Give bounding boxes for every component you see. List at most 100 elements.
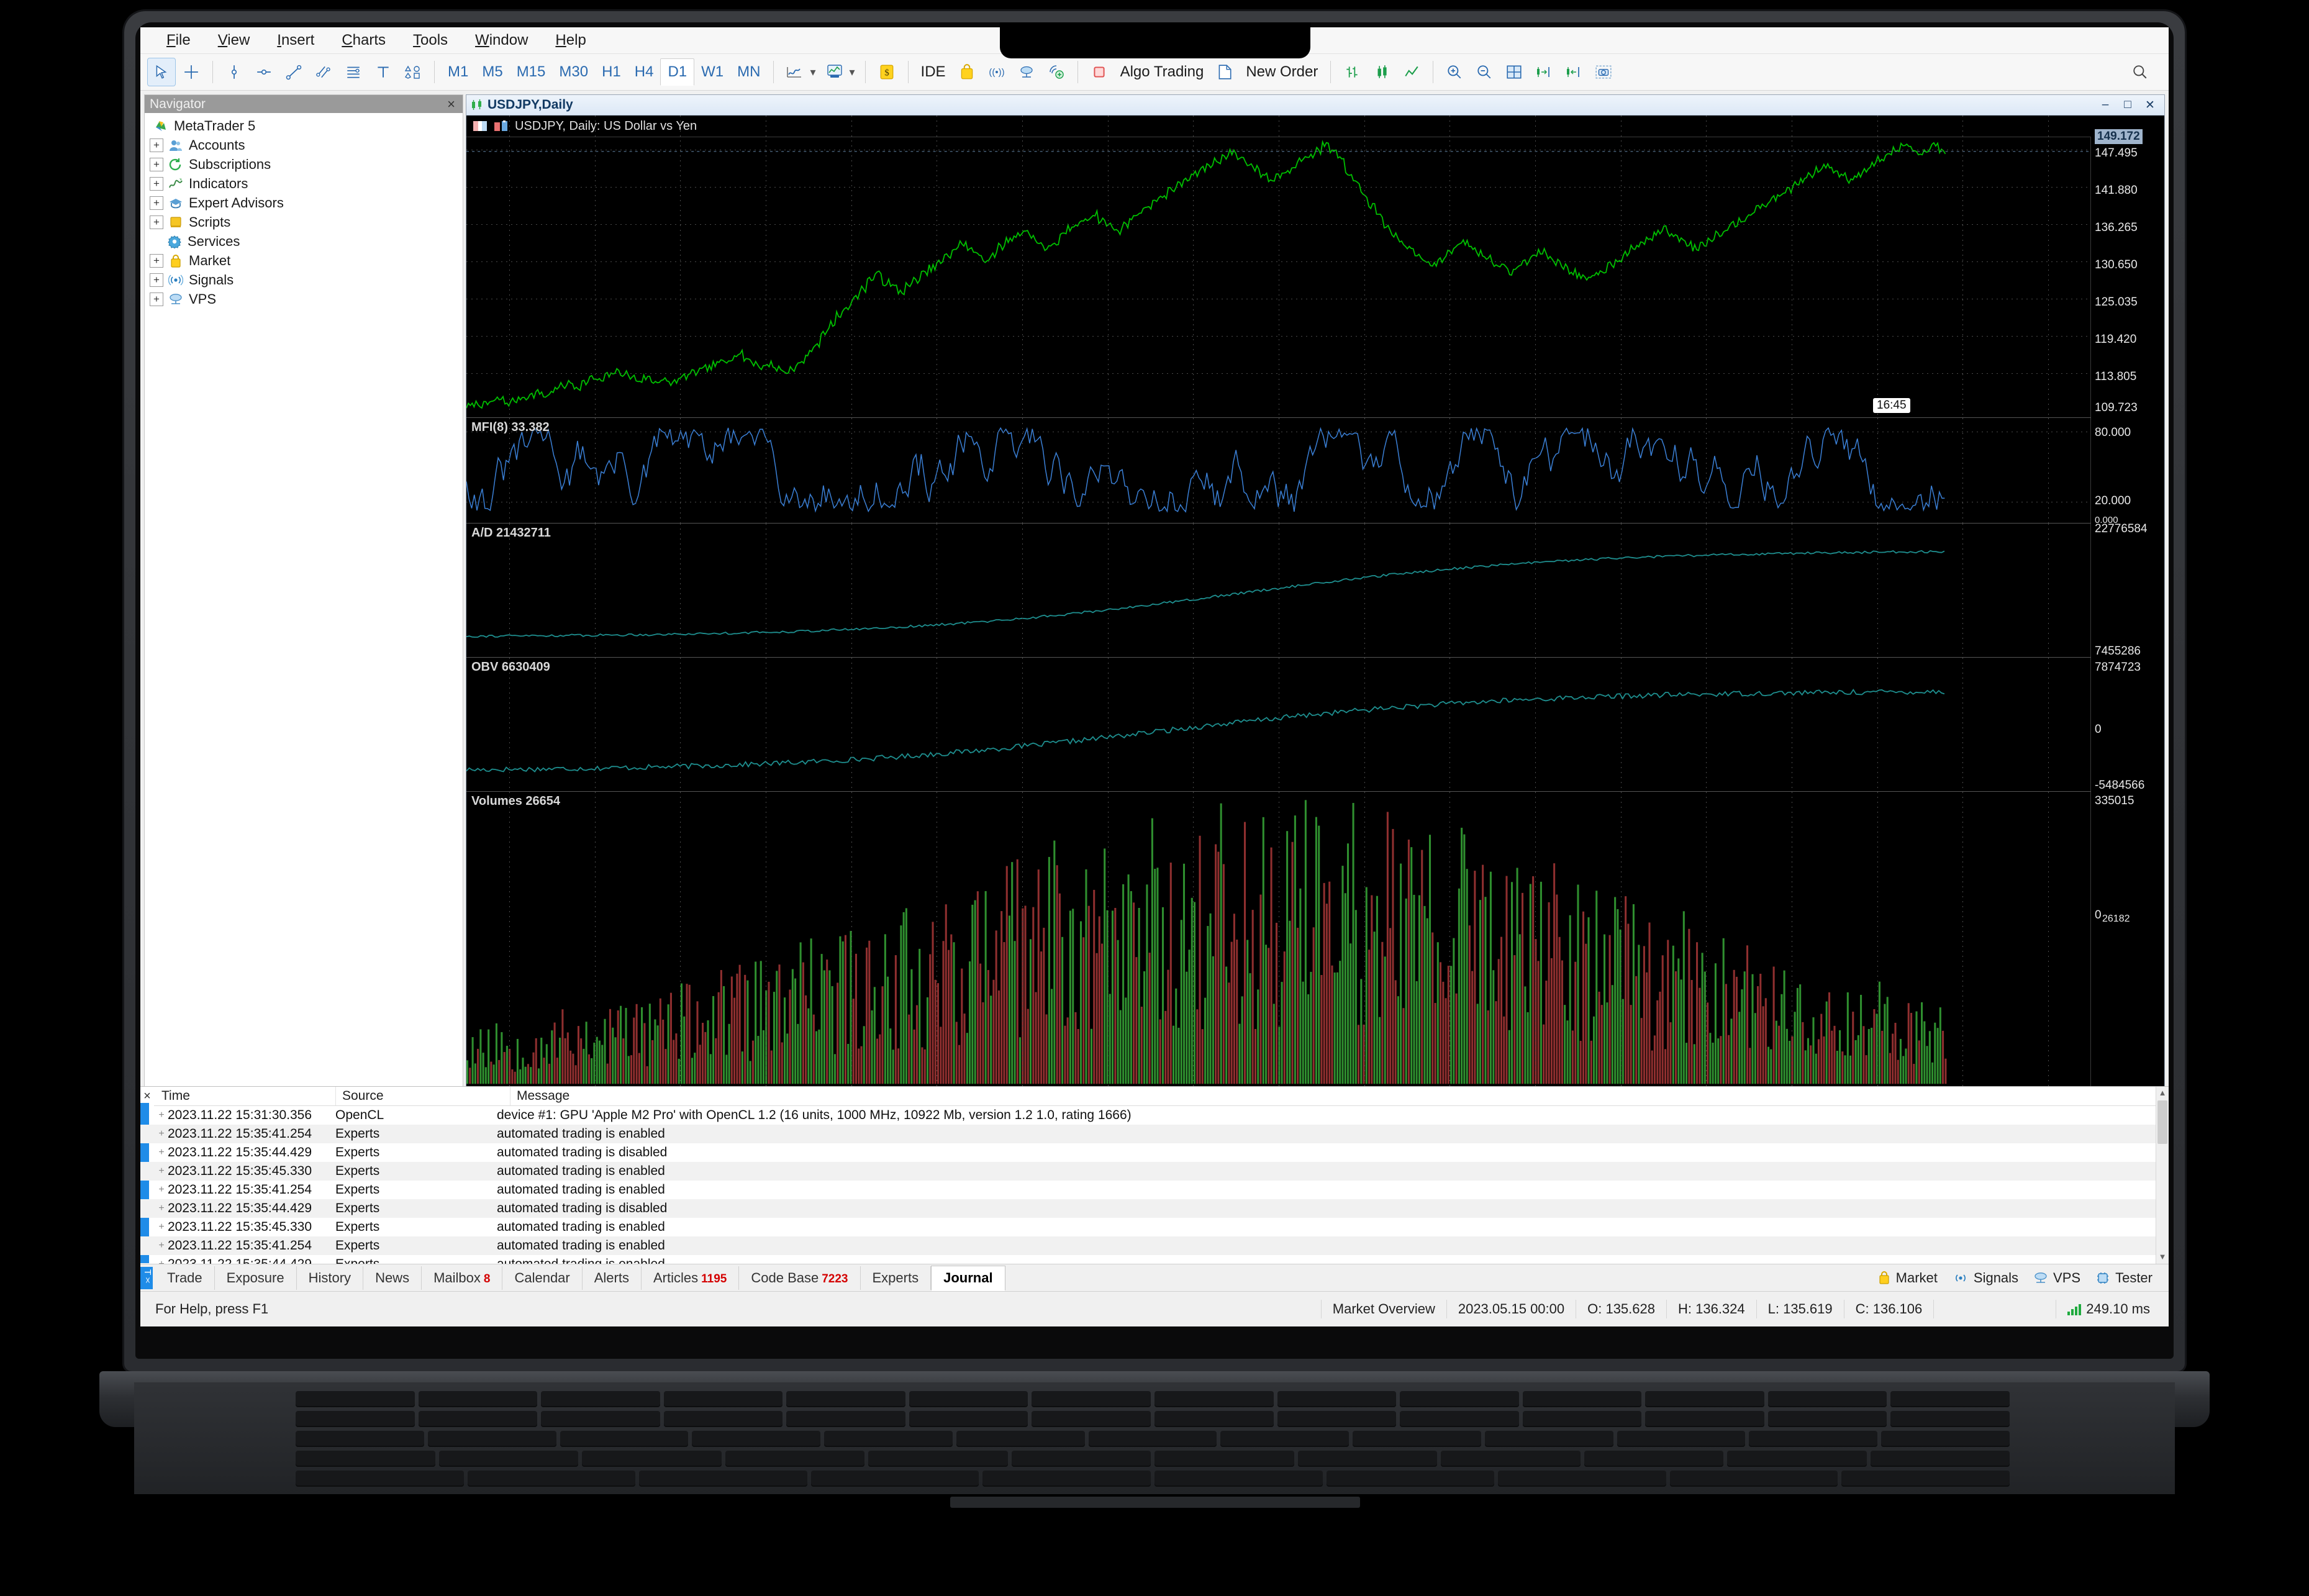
scroll-up-icon[interactable]: ▲ — [2157, 1088, 2167, 1099]
price-axis[interactable]: 149.172 147.495 141.880 136.265 130.650 … — [2090, 116, 2164, 1095]
line-chart-icon[interactable] — [1398, 58, 1425, 86]
row-expander[interactable]: + — [155, 1184, 168, 1195]
dropdown-dot-1[interactable]: ▾ — [810, 66, 815, 79]
terminal-tab-alerts[interactable]: Alerts — [583, 1266, 642, 1290]
table-row[interactable]: +2023.11.22 15:35:41.254 Experts automated… — [140, 1181, 2169, 1199]
terminal-rows[interactable]: +2023.11.22 15:31:30.356 OpenCL device #1:… — [140, 1106, 2169, 1264]
new-order-label[interactable]: New Order — [1240, 63, 1324, 81]
terminal-scrollbar[interactable]: ▲ ▼ — [2156, 1087, 2169, 1264]
menu-help[interactable]: Help — [543, 29, 598, 52]
market-bag-icon[interactable] — [953, 58, 981, 86]
vertical-line-icon[interactable] — [220, 58, 248, 86]
new-order-icon[interactable] — [1211, 58, 1238, 86]
expand-icon[interactable]: + — [150, 253, 163, 268]
row-expander[interactable]: + — [155, 1222, 168, 1233]
shapes-icon[interactable] — [399, 58, 427, 86]
expand-icon[interactable]: + — [150, 196, 163, 210]
table-row[interactable]: +2023.11.22 15:35:44.429Expertsautomated… — [140, 1255, 2169, 1264]
table-row[interactable]: +2023.11.22 15:35:45.330 Experts automated… — [140, 1162, 2169, 1181]
menu-window[interactable]: Window — [463, 29, 540, 52]
add-signal-icon[interactable] — [1043, 58, 1070, 86]
shift-end-icon[interactable] — [1530, 58, 1558, 86]
table-row[interactable]: +2023.11.22 15:35:44.429Expertsautomated… — [140, 1143, 2169, 1162]
chart-canvas[interactable]: 149.172 147.495 141.880 136.265 130.650 … — [466, 116, 2164, 1095]
bar-chart-icon[interactable] — [1338, 58, 1366, 86]
close-icon[interactable]: ✕ — [2139, 97, 2161, 112]
terminal-tab-trade[interactable]: Trade — [155, 1266, 215, 1290]
shift-start-icon[interactable] — [1560, 58, 1587, 86]
table-row[interactable]: +2023.11.22 15:35:45.330 Experts automated… — [140, 1218, 2169, 1236]
column-header-time[interactable]: Time — [155, 1087, 336, 1105]
terminal-tab-calendar[interactable]: Calendar — [502, 1266, 583, 1290]
navigator-item-indicators[interactable]: + Indicators — [145, 174, 463, 193]
dropdown-dot-2[interactable]: ▾ — [850, 66, 855, 79]
link-vps[interactable]: VPS — [2033, 1270, 2080, 1286]
horizontal-line-icon[interactable] — [250, 58, 278, 86]
screenshot-icon[interactable] — [1590, 58, 1617, 86]
scroll-down-icon[interactable]: ▼ — [2157, 1252, 2167, 1263]
timeframe-mn[interactable]: MN — [730, 59, 767, 85]
navigator-item-accounts[interactable]: + Accounts — [145, 135, 463, 155]
text-icon[interactable] — [370, 58, 397, 86]
menu-charts[interactable]: Charts — [329, 29, 398, 52]
row-expander[interactable]: + — [155, 1147, 168, 1158]
table-row[interactable]: +2023.11.22 15:35:41.254 Experts automated… — [140, 1125, 2169, 1143]
row-expander[interactable]: + — [155, 1240, 168, 1251]
row-expander[interactable]: + — [155, 1259, 168, 1264]
trendline-icon[interactable] — [280, 58, 307, 86]
terminal-tab-exposure[interactable]: Exposure — [215, 1266, 297, 1290]
mfi-pane[interactable]: MFI(8) 33.382 — [466, 417, 2091, 524]
navigator-item-scripts[interactable]: + Scripts — [145, 212, 463, 232]
link-market[interactable]: Market — [1877, 1270, 1938, 1286]
ide-button[interactable]: IDE — [915, 63, 952, 81]
table-row[interactable]: +2023.11.22 15:35:44.429Expertsautomated… — [140, 1199, 2169, 1218]
close-icon[interactable]: × — [443, 96, 459, 112]
channel-icon[interactable] — [310, 58, 337, 86]
terminal-tab-history[interactable]: History — [297, 1266, 364, 1290]
timeframe-h4[interactable]: H4 — [628, 59, 661, 85]
expand-icon[interactable]: + — [150, 215, 163, 229]
algo-trading-toggle-icon[interactable] — [1086, 58, 1113, 86]
obv-pane[interactable]: OBV 6630409 — [466, 657, 2091, 792]
signals-icon[interactable]: ((•)) — [983, 58, 1010, 86]
table-row[interactable]: +2023.11.22 15:35:41.254 Experts automated… — [140, 1236, 2169, 1255]
indicators-icon[interactable] — [821, 58, 848, 86]
crosshair-icon[interactable] — [178, 58, 205, 86]
terminal-tab-mailbox[interactable]: Mailbox 8 — [422, 1266, 503, 1290]
maximize-icon[interactable]: □ — [2117, 97, 2138, 112]
chart-titlebar[interactable]: USDJPY,Daily – □ ✕ — [466, 95, 2164, 116]
fibonacci-icon[interactable] — [340, 58, 367, 86]
navigator-item-signals[interactable]: + Signals — [145, 270, 463, 289]
expand-icon[interactable]: + — [150, 157, 163, 171]
timeframe-w1[interactable]: W1 — [694, 59, 730, 85]
navigator-item-market[interactable]: + Market — [145, 251, 463, 270]
candlestick-icon[interactable] — [1368, 58, 1395, 86]
zoom-in-icon[interactable] — [1441, 58, 1468, 86]
chart-type-line-icon[interactable] — [781, 58, 809, 86]
ad-pane[interactable]: A/D 21432711 — [466, 523, 2091, 658]
scrollbar-thumb[interactable] — [2157, 1100, 2167, 1144]
zoom-out-icon[interactable] — [1471, 58, 1498, 86]
vps-cloud-icon[interactable] — [1013, 58, 1040, 86]
terminal-tab-code-base[interactable]: Code Base 7223 — [739, 1266, 861, 1290]
timeframe-h1[interactable]: H1 — [595, 59, 628, 85]
price-pane[interactable]: USDJPY, Daily: US Dollar vs Yen — [466, 116, 2091, 417]
terminal-tab-news[interactable]: News — [363, 1266, 422, 1290]
column-header-source[interactable]: Source — [336, 1087, 510, 1105]
expand-icon[interactable]: + — [150, 273, 163, 287]
expand-icon[interactable]: + — [150, 292, 163, 306]
terminal-tab-journal[interactable]: Journal — [931, 1265, 1005, 1291]
menu-file[interactable]: FFileile — [154, 29, 203, 52]
minimize-icon[interactable]: – — [2095, 97, 2116, 112]
navigator-item-subscriptions[interactable]: + Subscriptions — [145, 155, 463, 174]
link-signals[interactable]: Signals — [1953, 1270, 2018, 1286]
tile-windows-icon[interactable] — [1500, 58, 1528, 86]
row-expander[interactable]: + — [155, 1166, 168, 1177]
link-tester[interactable]: Tester — [2095, 1270, 2152, 1286]
timeframe-d1[interactable]: D1 — [660, 58, 695, 86]
row-expander[interactable]: + — [155, 1110, 168, 1121]
search-icon[interactable] — [2126, 58, 2167, 86]
navigator-item-services[interactable]: Services — [145, 232, 463, 251]
row-expander[interactable]: + — [155, 1128, 168, 1140]
currency-icon[interactable]: $ — [873, 58, 900, 86]
